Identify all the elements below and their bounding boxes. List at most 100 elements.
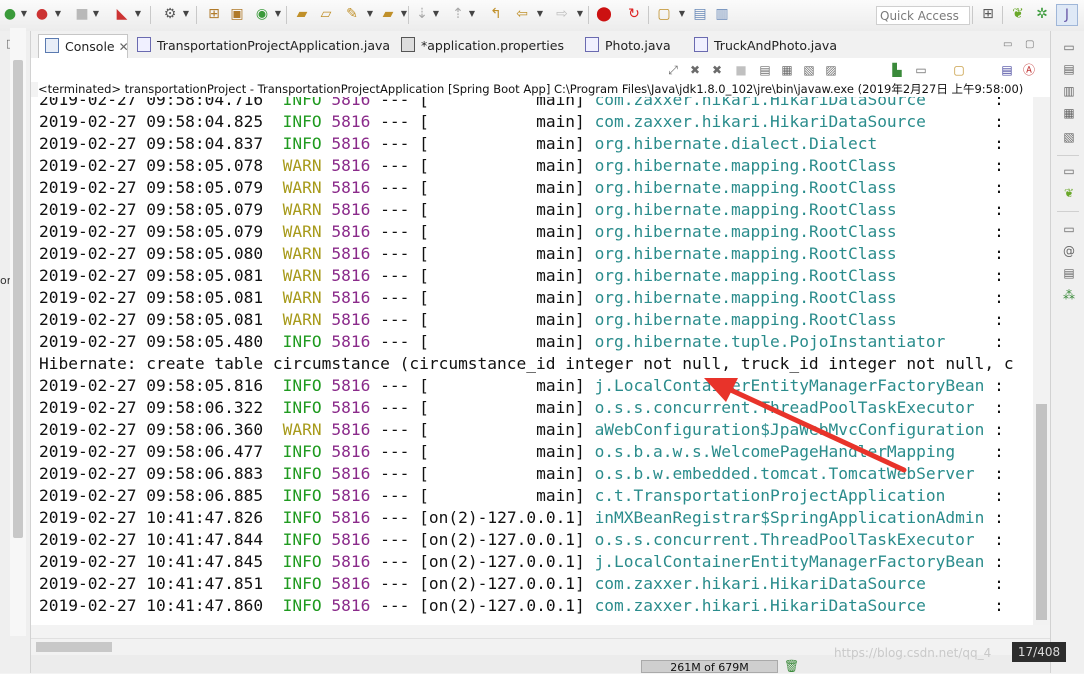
log-separator: --- (380, 376, 410, 395)
log-pid: 5816 (331, 200, 371, 219)
chevron-down-icon[interactable]: ▼ (274, 4, 282, 24)
tab-truck-and-photo[interactable]: TruckAndPhoto.java (694, 34, 837, 58)
console-output[interactable]: 2019-02-27 09:58:04.716 INFO 5816 --- [ … (31, 97, 1033, 625)
build-icon[interactable]: ⚙ (160, 4, 180, 24)
chevron-down-icon[interactable]: ▼ (92, 4, 100, 24)
horizontal-scrollbar-thumb[interactable] (36, 642, 112, 652)
trash-icon[interactable]: 🗑 (784, 659, 799, 673)
outline-icon[interactable]: ▥ (1060, 83, 1078, 99)
javadoc-icon[interactable]: @ (1060, 243, 1078, 259)
log-thread: [ main] (419, 398, 585, 417)
declaration-icon[interactable]: ▤ (1060, 265, 1078, 281)
refresh-icon[interactable]: ↻ (624, 4, 644, 24)
new-web-icon[interactable]: ◉ (252, 4, 272, 24)
log-separator: --- (380, 442, 410, 461)
tab-application-properties[interactable]: *application.properties (401, 34, 564, 58)
ant-icon[interactable]: ⬤ (594, 4, 614, 24)
debug-icon[interactable]: ● (0, 4, 20, 24)
restore-icon[interactable]: ▭ (1060, 39, 1078, 55)
log-pid: 5816 (331, 112, 371, 131)
open-console-icon[interactable]: ▙ (889, 62, 905, 78)
log-pid: 5816 (331, 97, 371, 109)
tab-photo[interactable]: Photo.java (585, 34, 671, 58)
tab-console[interactable]: Console ✕ (38, 34, 129, 58)
restore-icon[interactable]: ▭ (1060, 163, 1078, 179)
left-scrollbar-thumb[interactable] (13, 60, 23, 538)
chevron-down-icon[interactable]: ▼ (432, 4, 440, 24)
minimize-icon[interactable]: ▭ (1003, 39, 1012, 50)
remove-launch-icon[interactable]: ✖ (687, 62, 703, 78)
tab-transportation-project-application[interactable]: TransportationProjectApplication.java (137, 34, 390, 58)
navigator-icon[interactable]: ▧ (1060, 129, 1078, 145)
pin-icon[interactable]: ⤢ (665, 62, 681, 78)
forward-icon[interactable]: ⇨ (552, 4, 572, 24)
chevron-down-icon[interactable]: ▼ (468, 4, 476, 24)
chevron-down-icon[interactable]: ▼ (366, 4, 374, 24)
search-icon[interactable]: ✎ (342, 4, 362, 24)
hierarchy-icon[interactable]: ▦ (1060, 105, 1078, 121)
chevron-down-icon[interactable]: ▼ (54, 4, 62, 24)
vertical-scrollbar-thumb[interactable] (1036, 404, 1047, 620)
log-level: WARN (282, 266, 322, 285)
new-window-icon[interactable]: ▢ (654, 4, 674, 24)
log-timestamp: 2019-02-27 09:58:05.079 (39, 200, 264, 219)
new-java-package-icon[interactable]: ⊞ (204, 4, 224, 24)
maximize-icon[interactable]: ▢ (1025, 39, 1034, 50)
editor-tab-bar: Console ✕ TransportationProjectApplicatio… (31, 31, 1050, 59)
spring-explorer-icon[interactable]: ❦ (1060, 185, 1078, 201)
chevron-down-icon[interactable]: ▼ (576, 4, 584, 24)
word-wrap-icon[interactable]: ▦ (779, 62, 795, 78)
next-annotation-icon[interactable]: ⇣ (412, 4, 432, 24)
chevron-down-icon[interactable]: ▼ (182, 4, 190, 24)
last-edit-icon[interactable]: ↰ (486, 4, 506, 24)
restore-icon[interactable]: ▭ (1060, 221, 1078, 237)
back-icon[interactable]: ⇦ (512, 4, 532, 24)
display-selected-icon[interactable]: ▭ (913, 62, 929, 78)
log-colon: : (994, 574, 1004, 593)
log-logger: org.hibernate.dialect.Dialect (594, 134, 878, 153)
show-stdout-icon[interactable]: ▧ (801, 62, 817, 78)
log-colon: : (994, 464, 1004, 483)
log-thread: [ main] (419, 464, 585, 483)
log-logger: org.hibernate.mapping.RootClass (594, 200, 897, 219)
open-resource-icon[interactable]: ▰ (378, 4, 398, 24)
open-folder-icon[interactable]: ▰ (292, 4, 312, 24)
remove-all-icon[interactable]: ✖ (709, 62, 725, 78)
clear-console-icon[interactable]: ▤ (999, 62, 1015, 78)
scroll-lock-icon[interactable]: ▤ (757, 62, 773, 78)
chevron-down-icon[interactable]: ▼ (678, 4, 686, 24)
show-stderr-icon[interactable]: ▨ (823, 62, 839, 78)
chevron-down-icon[interactable]: ▼ (134, 4, 142, 24)
tab-label: Console (65, 39, 115, 54)
open-type-icon[interactable]: ▱ (316, 4, 336, 24)
save-all-icon[interactable]: ▥ (712, 4, 732, 24)
log-line: 2019-02-27 10:41:47.845 INFO 5816 --- [o… (39, 551, 1014, 573)
run-icon[interactable]: ● (32, 4, 52, 24)
log-pid: 5816 (331, 442, 371, 461)
prev-annotation-icon[interactable]: ⇡ (448, 4, 468, 24)
log-thread: [ main] (419, 97, 585, 109)
chevron-down-icon[interactable]: ▼ (20, 4, 28, 24)
new-console-icon[interactable]: ▢ (951, 62, 967, 78)
spring-icon[interactable]: Ⓐ (1021, 62, 1037, 78)
chevron-down-icon[interactable]: ▼ (400, 4, 408, 24)
spring-perspective-icon[interactable]: ❦ (1008, 4, 1028, 24)
stop-icon[interactable]: ■ (72, 4, 92, 24)
close-icon[interactable]: ✕ (119, 40, 129, 54)
debug-perspective-icon[interactable]: ✲ (1032, 4, 1052, 24)
log-thread: [ main] (419, 222, 585, 241)
terminate-icon[interactable]: ■ (733, 62, 749, 78)
new-class-icon[interactable]: ▣ (227, 4, 247, 24)
java-perspective-icon[interactable]: J (1056, 4, 1078, 26)
package-explorer-icon[interactable]: ▤ (1060, 61, 1078, 77)
log-colon: : (994, 486, 1004, 505)
external-tools-icon[interactable]: ◣ (112, 4, 132, 24)
chevron-down-icon[interactable]: ▼ (536, 4, 544, 24)
log-colon: : (994, 97, 1004, 109)
log-logger: j.LocalContainerEntityManagerFactoryBean (594, 376, 985, 395)
save-icon[interactable]: ▤ (690, 4, 710, 24)
open-perspective-icon[interactable]: ⊞ (978, 4, 998, 24)
servers-icon[interactable]: ⁂ (1060, 287, 1078, 303)
quick-access-input[interactable]: Quick Access (876, 6, 970, 25)
log-timestamp: 2019-02-27 09:58:04.716 (39, 97, 264, 109)
